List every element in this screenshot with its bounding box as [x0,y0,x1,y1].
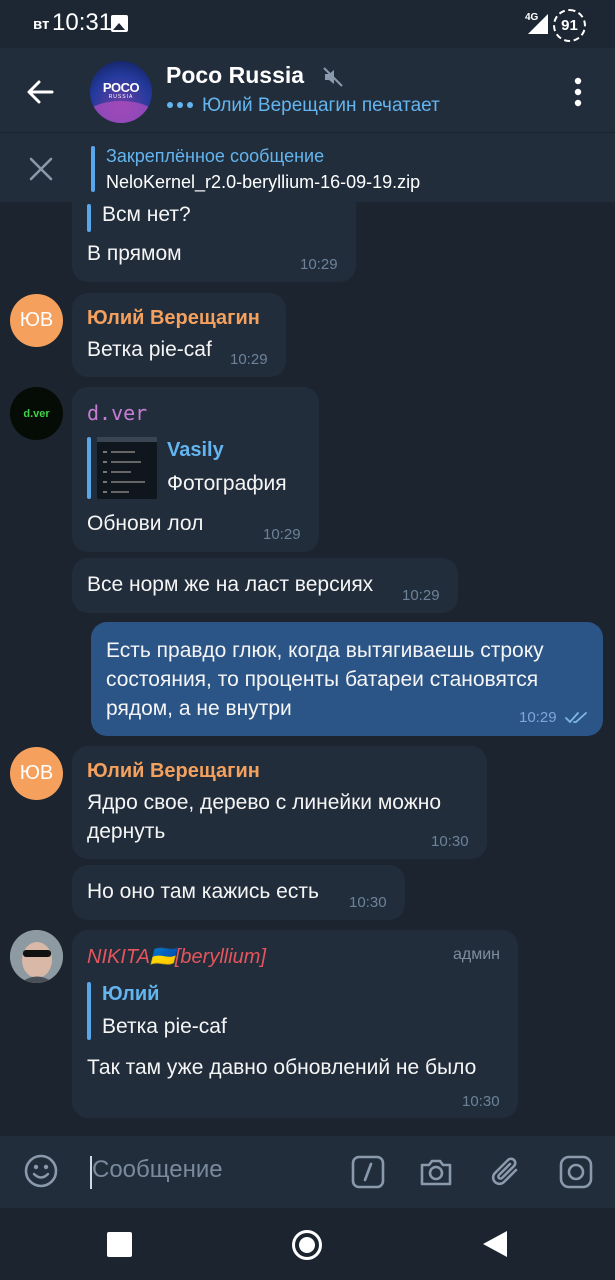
message-text: Ветка pie-caf [87,338,212,361]
back-button[interactable] [483,1231,507,1257]
sender-name[interactable]: Юлий Верещагин [87,307,260,330]
message-bubble[interactable]: Но оно там кажись есть 10:30 [72,865,405,920]
message-bubble[interactable]: NIKITA🇺🇦[beryllium] админ Юлий Ветка pie… [72,930,518,1118]
avatar[interactable] [10,930,63,983]
message-text-line: рядом, а не внутри [106,697,292,720]
pinned-text: NeloKernel_r2.0-beryllium-16-09-19.zip [106,172,421,192]
bot-command-icon[interactable] [351,1155,385,1189]
reply-accent-bar [87,437,91,499]
reply-accent-bar [87,204,91,232]
emoji-icon[interactable] [23,1153,59,1189]
message-time: 10:29 [519,709,557,726]
avatar-logo-sub: RUSSIA [108,94,134,100]
back-arrow-icon[interactable] [18,70,62,114]
recents-button[interactable] [107,1232,132,1257]
message-text: В прямом [87,242,182,265]
home-button[interactable] [292,1230,322,1260]
message-bubble[interactable]: Юлий Верещагин Ядро свое, дерево с линей… [72,746,487,859]
avatar[interactable]: ЮВ [10,747,63,800]
message-bubble[interactable]: Все норм же на ласт версиях 10:29 [72,558,458,613]
status-day: вт [33,16,50,33]
message-time: 10:30 [462,1093,500,1110]
pinned-accent-bar [91,146,95,192]
user-photo-icon [10,930,63,983]
message-text-line: дернуть [87,820,166,843]
message-text: Так там уже давно обновлений не было [87,1056,477,1079]
message-bubble[interactable]: Юлий Верещагин Ветка pie-caf 10:29 [72,293,286,377]
message-time: 10:30 [431,833,469,850]
close-icon[interactable] [24,152,58,186]
pinned-title: Закреплённое сообщение [106,146,325,166]
message-bubble[interactable]: Всм нет? В прямом 10:29 [72,202,356,282]
chat-title[interactable]: Poco Russia [166,62,304,89]
instant-camera-icon[interactable] [558,1154,594,1190]
avatar[interactable]: ЮВ [10,294,63,347]
reply-text: Фотография [167,472,287,495]
message-text-line: Есть правдо глюк, когда вытягиваешь стро… [106,639,544,662]
reply-photo-thumbnail [97,437,157,499]
status-bar: вт 10:31 4G 91 [0,0,615,48]
chat-status: Юлий Верещагин печатает [202,95,440,116]
message-text-line: состояния, то проценты батареи становятс… [106,668,539,691]
reply-text: Ветка pie-caf [102,1015,227,1038]
avatar-wave-decoration [90,101,152,123]
message-text: Обнови лол [87,512,204,535]
message-time: 10:29 [402,587,440,604]
camera-icon[interactable] [418,1154,454,1190]
signal-icon [528,14,548,34]
pinned-message[interactable]: Закреплённое сообщение NeloKernel_r2.0-b… [0,132,615,202]
system-nav-bar [0,1208,615,1280]
status-time: 10:31 [52,9,113,36]
screenshot-thumbnail-icon [97,437,157,493]
message-list[interactable]: Всм нет? В прямом 10:29 ЮВ Юлий Верещаги… [0,202,615,1136]
chat-avatar[interactable]: POCO RUSSIA [90,61,152,123]
message-text: Все норм же на ласт версиях [87,573,374,596]
gallery-notification-icon [111,15,128,32]
message-time: 10:30 [349,894,387,911]
sender-name[interactable]: d.ver [87,401,147,425]
sender-name[interactable]: Юлий Верещагин [87,760,260,783]
message-time: 10:29 [230,351,268,368]
reply-accent-bar [87,982,91,1040]
message-bubble-outgoing[interactable]: Есть правдо глюк, когда вытягиваешь стро… [91,622,603,736]
reply-text: Всм нет? [102,203,191,226]
message-time: 10:29 [263,526,301,543]
message-input[interactable]: Сообщение [92,1156,223,1184]
message-time: 10:29 [300,256,338,273]
chat-header: POCO RUSSIA Poco Russia Юлий Верещагин п… [0,48,615,132]
reply-sender: Vasily [167,439,224,461]
double-check-icon [565,712,587,724]
admin-badge: админ [453,946,501,963]
message-text: Но оно там кажись есть [87,880,319,903]
message-bubble[interactable]: d.ver Vasily Фотография Обнови лол 10:29 [72,387,319,552]
battery-indicator: 91 [553,9,586,42]
typing-indicator-icon [167,102,193,108]
message-text-line: Ядро свое, дерево с линейки можно [87,791,442,814]
more-options-icon[interactable] [563,74,593,110]
avatar[interactable]: d.ver [10,387,63,440]
reply-sender: Юлий [102,983,160,1005]
sender-name[interactable]: NIKITA🇺🇦[beryllium] [87,944,266,969]
mute-icon [323,67,343,87]
message-input-bar: Сообщение [0,1136,615,1208]
avatar-logo: POCO [102,80,140,95]
attach-icon[interactable] [489,1154,525,1190]
